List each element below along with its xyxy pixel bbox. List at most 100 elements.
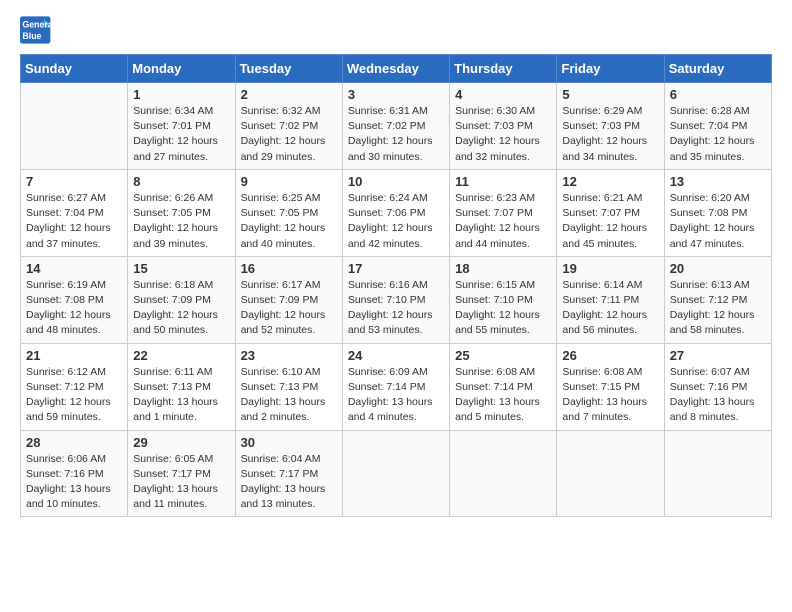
weekday-header-cell: Monday: [128, 55, 235, 83]
day-info: Sunrise: 6:10 AM Sunset: 7:13 PM Dayligh…: [241, 365, 337, 426]
day-number: 4: [455, 87, 551, 102]
day-number: 13: [670, 174, 766, 189]
calendar-day-cell: 10 Sunrise: 6:24 AM Sunset: 7:06 PM Dayli…: [342, 169, 449, 256]
calendar-day-cell: 27 Sunrise: 6:07 AM Sunset: 7:16 PM Dayli…: [664, 343, 771, 430]
day-number: 6: [670, 87, 766, 102]
weekday-header-cell: Sunday: [21, 55, 128, 83]
day-number: 8: [133, 174, 229, 189]
calendar-day-cell: [21, 83, 128, 170]
calendar-day-cell: 9 Sunrise: 6:25 AM Sunset: 7:05 PM Daylig…: [235, 169, 342, 256]
calendar-day-cell: 11 Sunrise: 6:23 AM Sunset: 7:07 PM Dayli…: [450, 169, 557, 256]
day-number: 14: [26, 261, 122, 276]
day-info: Sunrise: 6:19 AM Sunset: 7:08 PM Dayligh…: [26, 278, 122, 339]
day-number: 5: [562, 87, 658, 102]
calendar-week-row: 28 Sunrise: 6:06 AM Sunset: 7:16 PM Dayli…: [21, 430, 772, 517]
weekday-header-cell: Thursday: [450, 55, 557, 83]
day-info: Sunrise: 6:30 AM Sunset: 7:03 PM Dayligh…: [455, 104, 551, 165]
calendar-day-cell: 6 Sunrise: 6:28 AM Sunset: 7:04 PM Daylig…: [664, 83, 771, 170]
calendar-day-cell: 5 Sunrise: 6:29 AM Sunset: 7:03 PM Daylig…: [557, 83, 664, 170]
day-number: 9: [241, 174, 337, 189]
weekday-header-cell: Tuesday: [235, 55, 342, 83]
day-info: Sunrise: 6:06 AM Sunset: 7:16 PM Dayligh…: [26, 452, 122, 513]
day-number: 10: [348, 174, 444, 189]
weekday-header-cell: Saturday: [664, 55, 771, 83]
day-info: Sunrise: 6:31 AM Sunset: 7:02 PM Dayligh…: [348, 104, 444, 165]
day-info: Sunrise: 6:24 AM Sunset: 7:06 PM Dayligh…: [348, 191, 444, 252]
weekday-header-cell: Wednesday: [342, 55, 449, 83]
day-info: Sunrise: 6:32 AM Sunset: 7:02 PM Dayligh…: [241, 104, 337, 165]
day-info: Sunrise: 6:14 AM Sunset: 7:11 PM Dayligh…: [562, 278, 658, 339]
day-number: 27: [670, 348, 766, 363]
day-info: Sunrise: 6:08 AM Sunset: 7:14 PM Dayligh…: [455, 365, 551, 426]
day-info: Sunrise: 6:26 AM Sunset: 7:05 PM Dayligh…: [133, 191, 229, 252]
calendar-day-cell: 7 Sunrise: 6:27 AM Sunset: 7:04 PM Daylig…: [21, 169, 128, 256]
day-number: 29: [133, 435, 229, 450]
calendar-day-cell: 8 Sunrise: 6:26 AM Sunset: 7:05 PM Daylig…: [128, 169, 235, 256]
day-info: Sunrise: 6:25 AM Sunset: 7:05 PM Dayligh…: [241, 191, 337, 252]
calendar-day-cell: 21 Sunrise: 6:12 AM Sunset: 7:12 PM Dayli…: [21, 343, 128, 430]
day-number: 16: [241, 261, 337, 276]
calendar-day-cell: [664, 430, 771, 517]
calendar-body: 1 Sunrise: 6:34 AM Sunset: 7:01 PM Daylig…: [21, 83, 772, 517]
day-info: Sunrise: 6:27 AM Sunset: 7:04 PM Dayligh…: [26, 191, 122, 252]
day-info: Sunrise: 6:23 AM Sunset: 7:07 PM Dayligh…: [455, 191, 551, 252]
calendar-table: SundayMondayTuesdayWednesdayThursdayFrid…: [20, 54, 772, 517]
calendar-day-cell: 4 Sunrise: 6:30 AM Sunset: 7:03 PM Daylig…: [450, 83, 557, 170]
calendar-day-cell: 1 Sunrise: 6:34 AM Sunset: 7:01 PM Daylig…: [128, 83, 235, 170]
day-info: Sunrise: 6:04 AM Sunset: 7:17 PM Dayligh…: [241, 452, 337, 513]
day-info: Sunrise: 6:09 AM Sunset: 7:14 PM Dayligh…: [348, 365, 444, 426]
calendar-week-row: 7 Sunrise: 6:27 AM Sunset: 7:04 PM Daylig…: [21, 169, 772, 256]
weekday-header-cell: Friday: [557, 55, 664, 83]
day-number: 11: [455, 174, 551, 189]
day-info: Sunrise: 6:18 AM Sunset: 7:09 PM Dayligh…: [133, 278, 229, 339]
day-number: 22: [133, 348, 229, 363]
calendar-day-cell: 25Sunrise: 6:08 AM Sunset: 7:14 PM Dayli…: [450, 343, 557, 430]
calendar-day-cell: 12 Sunrise: 6:21 AM Sunset: 7:07 PM Dayli…: [557, 169, 664, 256]
logo: General Blue: [20, 16, 52, 44]
day-info: Sunrise: 6:17 AM Sunset: 7:09 PM Dayligh…: [241, 278, 337, 339]
calendar-day-cell: 28 Sunrise: 6:06 AM Sunset: 7:16 PM Dayli…: [21, 430, 128, 517]
calendar-day-cell: 29 Sunrise: 6:05 AM Sunset: 7:17 PM Dayli…: [128, 430, 235, 517]
day-number: 12: [562, 174, 658, 189]
day-number: 20: [670, 261, 766, 276]
calendar-day-cell: 20 Sunrise: 6:13 AM Sunset: 7:12 PM Dayli…: [664, 256, 771, 343]
day-number: 21: [26, 348, 122, 363]
day-number: 15: [133, 261, 229, 276]
calendar-day-cell: 15 Sunrise: 6:18 AM Sunset: 7:09 PM Dayli…: [128, 256, 235, 343]
day-number: 24: [348, 348, 444, 363]
day-info: Sunrise: 6:15 AM Sunset: 7:10 PM Dayligh…: [455, 278, 551, 339]
day-info: Sunrise: 6:12 AM Sunset: 7:12 PM Dayligh…: [26, 365, 122, 426]
day-number: 3: [348, 87, 444, 102]
day-info: Sunrise: 6:29 AM Sunset: 7:03 PM Dayligh…: [562, 104, 658, 165]
day-info: Sunrise: 6:16 AM Sunset: 7:10 PM Dayligh…: [348, 278, 444, 339]
day-info: Sunrise: 6:05 AM Sunset: 7:17 PM Dayligh…: [133, 452, 229, 513]
day-number: 30: [241, 435, 337, 450]
calendar-day-cell: 16 Sunrise: 6:17 AM Sunset: 7:09 PM Dayli…: [235, 256, 342, 343]
svg-text:Blue: Blue: [22, 31, 41, 41]
calendar-day-cell: 22 Sunrise: 6:11 AM Sunset: 7:13 PM Dayli…: [128, 343, 235, 430]
day-number: 26: [562, 348, 658, 363]
calendar-header-row: SundayMondayTuesdayWednesdayThursdayFrid…: [21, 55, 772, 83]
day-info: Sunrise: 6:21 AM Sunset: 7:07 PM Dayligh…: [562, 191, 658, 252]
day-number: 18: [455, 261, 551, 276]
day-info: Sunrise: 6:28 AM Sunset: 7:04 PM Dayligh…: [670, 104, 766, 165]
day-info: Sunrise: 6:20 AM Sunset: 7:08 PM Dayligh…: [670, 191, 766, 252]
calendar-week-row: 14 Sunrise: 6:19 AM Sunset: 7:08 PM Dayli…: [21, 256, 772, 343]
day-info: Sunrise: 6:13 AM Sunset: 7:12 PM Dayligh…: [670, 278, 766, 339]
logo-icon: General Blue: [20, 16, 52, 44]
calendar-day-cell: 23Sunrise: 6:10 AM Sunset: 7:13 PM Dayli…: [235, 343, 342, 430]
day-info: Sunrise: 6:34 AM Sunset: 7:01 PM Dayligh…: [133, 104, 229, 165]
svg-text:General: General: [22, 20, 52, 30]
day-number: 2: [241, 87, 337, 102]
calendar-day-cell: [557, 430, 664, 517]
day-info: Sunrise: 6:11 AM Sunset: 7:13 PM Dayligh…: [133, 365, 229, 426]
header: General Blue: [20, 16, 772, 44]
calendar-day-cell: 19Sunrise: 6:14 AM Sunset: 7:11 PM Dayli…: [557, 256, 664, 343]
day-info: Sunrise: 6:07 AM Sunset: 7:16 PM Dayligh…: [670, 365, 766, 426]
day-number: 1: [133, 87, 229, 102]
day-number: 7: [26, 174, 122, 189]
calendar-day-cell: 24 Sunrise: 6:09 AM Sunset: 7:14 PM Dayli…: [342, 343, 449, 430]
day-info: Sunrise: 6:08 AM Sunset: 7:15 PM Dayligh…: [562, 365, 658, 426]
day-number: 28: [26, 435, 122, 450]
day-number: 17: [348, 261, 444, 276]
